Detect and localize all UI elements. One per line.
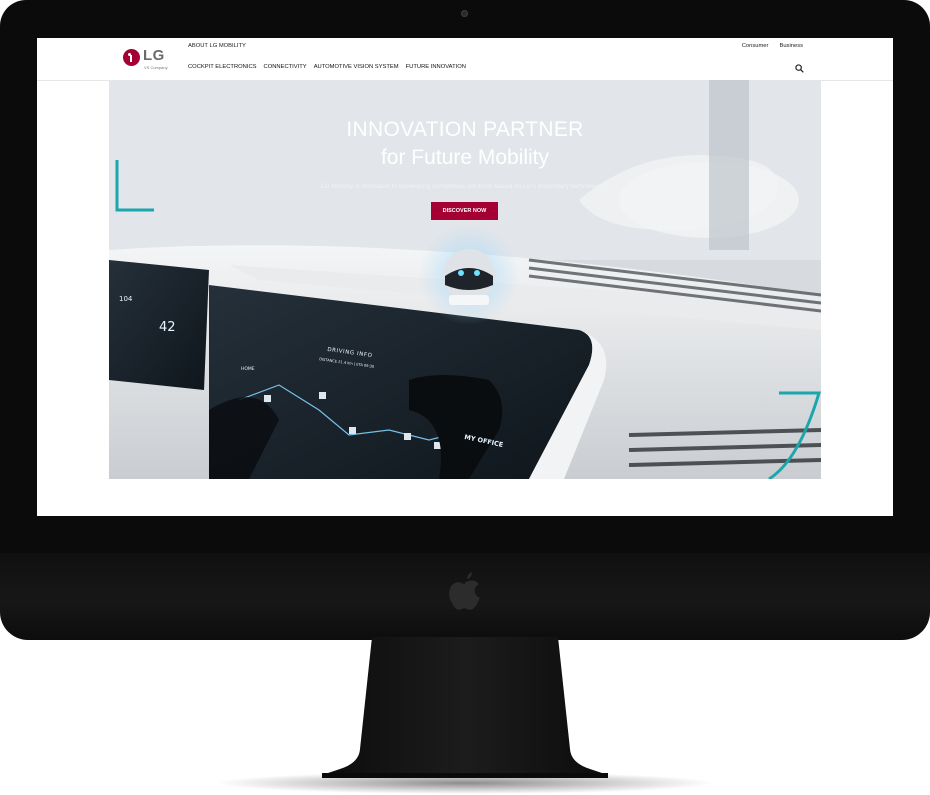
hero-banner: INNOVATION PARTNER for Future Mobility L… xyxy=(109,80,821,479)
display-speed: 104 xyxy=(119,295,133,303)
lg-logo[interactable]: LG VS Company xyxy=(123,47,193,73)
search-icon[interactable] xyxy=(795,64,804,73)
hero-title-line-1: INNOVATION PARTNER xyxy=(346,118,584,141)
main-navigation: COCKPIT ELECTRONICS CONNECTIVITY AUTOMOT… xyxy=(188,64,466,70)
business-link[interactable]: Business xyxy=(779,43,803,49)
consumer-link[interactable]: Consumer xyxy=(742,43,769,49)
discover-now-button[interactable]: DISCOVER NOW xyxy=(431,202,498,220)
monitor-stand xyxy=(215,637,715,794)
logo-subtitle: VS Company xyxy=(144,65,168,70)
nav-automotive-vision-system[interactable]: AUTOMOTIVE VISION SYSTEM xyxy=(314,64,399,70)
webcam-icon xyxy=(461,10,468,17)
logo-text: LG xyxy=(143,47,165,64)
browser-viewport: LG VS Company ABOUT LG MOBILITY COCKPIT … xyxy=(37,38,893,516)
nav-cockpit-electronics[interactable]: COCKPIT ELECTRONICS xyxy=(188,64,257,70)
nav-future-innovation[interactable]: FUTURE INNOVATION xyxy=(406,64,466,70)
apple-icon xyxy=(449,572,480,610)
nav-about-link[interactable]: ABOUT LG MOBILITY xyxy=(188,43,246,49)
display-gauge: 42 xyxy=(159,320,176,335)
site-header: LG VS Company ABOUT LG MOBILITY COCKPIT … xyxy=(37,38,893,81)
nav-connectivity[interactable]: CONNECTIVITY xyxy=(264,64,307,70)
monitor-chin xyxy=(0,553,930,640)
display-home-label: HOME xyxy=(241,367,255,372)
hero-description: LG Mobility is dedicated to developing c… xyxy=(320,183,610,190)
utility-links: Consumer Business xyxy=(742,43,803,49)
lg-logo-mark xyxy=(123,49,140,66)
hero-title-line-2: for Future Mobility xyxy=(380,146,550,169)
